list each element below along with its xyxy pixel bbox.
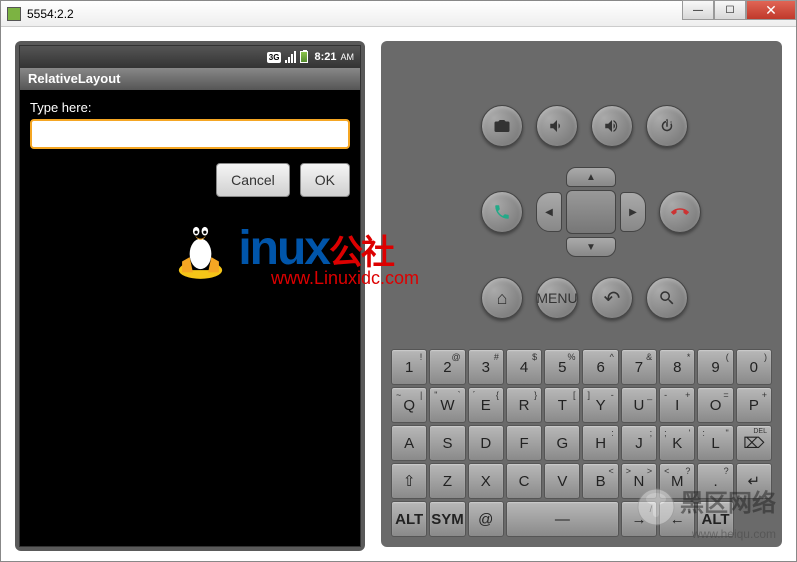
- signal-icon: [285, 51, 296, 63]
- key-3[interactable]: #3: [468, 349, 504, 385]
- key-p[interactable]: +P: [736, 387, 772, 423]
- key-q[interactable]: ~|Q: [391, 387, 427, 423]
- keyboard: !1@2#3$4%5^6&7*8(9)0 ~|Q"`W´{E}R[T]-Y_U-+…: [391, 349, 772, 537]
- key-b[interactable]: <B: [582, 463, 618, 499]
- key-a[interactable]: A: [391, 425, 427, 461]
- camera-button[interactable]: [481, 105, 523, 147]
- key-4[interactable]: $4: [506, 349, 542, 385]
- volume-up-button[interactable]: [591, 105, 633, 147]
- key-j[interactable]: ;J: [621, 425, 657, 461]
- key-5[interactable]: %5: [544, 349, 580, 385]
- dpad-right[interactable]: ▶: [620, 192, 646, 232]
- key-e[interactable]: ´{E: [468, 387, 504, 423]
- button-row: Cancel OK: [30, 163, 350, 197]
- key-sym[interactable]: SYM: [429, 501, 465, 537]
- key-k[interactable]: ;'K: [659, 425, 695, 461]
- key-i[interactable]: -+I: [659, 387, 695, 423]
- key-7[interactable]: &7: [621, 349, 657, 385]
- dpad-left[interactable]: ◀: [536, 192, 562, 232]
- dpad-up[interactable]: ▲: [566, 167, 616, 187]
- app-body: Type here: Cancel OK: [20, 90, 360, 546]
- home-button[interactable]: ⌂: [481, 277, 523, 319]
- key-alt[interactable]: ALT: [697, 501, 733, 537]
- menu-button[interactable]: MENU: [536, 277, 578, 319]
- minimize-button[interactable]: —: [682, 0, 714, 20]
- key-o[interactable]: =O: [697, 387, 733, 423]
- emulator-window: 5554:2.2 — ☐ ✕ 3G 8:21 AM RelativeLayout…: [0, 0, 797, 562]
- key-del[interactable]: DEL⌦: [736, 425, 772, 461]
- key-s[interactable]: S: [429, 425, 465, 461]
- key-g[interactable]: G: [544, 425, 580, 461]
- controls-panel: ▲ ▼ ◀ ▶ ⌂ MENU ↶ !1@2#3$4%5^6&7*8(9)0 ~|Q…: [381, 41, 782, 547]
- key-w[interactable]: "`W: [429, 387, 465, 423]
- key-8[interactable]: *8: [659, 349, 695, 385]
- volume-down-button[interactable]: [536, 105, 578, 147]
- key-d[interactable]: D: [468, 425, 504, 461]
- back-button[interactable]: ↶: [591, 277, 633, 319]
- key-.[interactable]: ?.: [697, 463, 733, 499]
- key-h[interactable]: :H: [582, 425, 618, 461]
- window-title: 5554:2.2: [27, 7, 796, 21]
- key-r[interactable]: }R: [506, 387, 542, 423]
- input-label: Type here:: [30, 100, 350, 115]
- text-input[interactable]: [30, 119, 350, 149]
- cancel-button[interactable]: Cancel: [216, 163, 290, 197]
- clock-ampm: AM: [341, 52, 355, 62]
- key-9[interactable]: (9: [697, 349, 733, 385]
- key-v[interactable]: V: [544, 463, 580, 499]
- dpad: ▲ ▼ ◀ ▶: [536, 167, 646, 257]
- power-button[interactable]: [646, 105, 688, 147]
- end-call-button[interactable]: [659, 191, 701, 233]
- key-space[interactable]: —: [506, 501, 619, 537]
- key-c[interactable]: C: [506, 463, 542, 499]
- maximize-button[interactable]: ☐: [714, 0, 746, 20]
- close-button[interactable]: ✕: [746, 0, 796, 20]
- battery-icon: [300, 51, 308, 63]
- key-1[interactable]: !1: [391, 349, 427, 385]
- key-⇧[interactable]: ⇧: [391, 463, 427, 499]
- key-0[interactable]: )0: [736, 349, 772, 385]
- status-bar: 3G 8:21 AM: [20, 46, 360, 68]
- key-t[interactable]: [T: [544, 387, 580, 423]
- window-controls: — ☐ ✕: [682, 0, 796, 20]
- key-n[interactable]: >>N: [621, 463, 657, 499]
- key-y[interactable]: ]-Y: [582, 387, 618, 423]
- key-2[interactable]: @2: [429, 349, 465, 385]
- hardware-controls: ▲ ▼ ◀ ▶ ⌂ MENU ↶: [391, 51, 772, 349]
- key-alt[interactable]: ALT: [391, 501, 427, 537]
- key-→[interactable]: /→: [621, 501, 657, 537]
- key-@[interactable]: @: [468, 501, 504, 537]
- phone-frame: 3G 8:21 AM RelativeLayout Type here: Can…: [15, 41, 365, 551]
- dpad-center[interactable]: [566, 190, 616, 234]
- clock-time: 8:21: [314, 51, 336, 63]
- search-button[interactable]: [646, 277, 688, 319]
- key-x[interactable]: X: [468, 463, 504, 499]
- ok-button[interactable]: OK: [300, 163, 350, 197]
- key-f[interactable]: F: [506, 425, 542, 461]
- key-6[interactable]: ^6: [582, 349, 618, 385]
- phone-screen: 3G 8:21 AM RelativeLayout Type here: Can…: [19, 45, 361, 547]
- key-u[interactable]: _U: [621, 387, 657, 423]
- key-l[interactable]: :"L: [697, 425, 733, 461]
- network-icon: 3G: [267, 52, 282, 63]
- key-m[interactable]: <?M: [659, 463, 695, 499]
- window-icon: [7, 7, 21, 21]
- titlebar: 5554:2.2 — ☐ ✕: [1, 1, 796, 27]
- dpad-down[interactable]: ▼: [566, 237, 616, 257]
- key-←[interactable]: ,←: [659, 501, 695, 537]
- key-↵[interactable]: ↵: [736, 463, 772, 499]
- key-z[interactable]: Z: [429, 463, 465, 499]
- call-button[interactable]: [481, 191, 523, 233]
- content-area: 3G 8:21 AM RelativeLayout Type here: Can…: [1, 27, 796, 561]
- app-title: RelativeLayout: [20, 68, 360, 90]
